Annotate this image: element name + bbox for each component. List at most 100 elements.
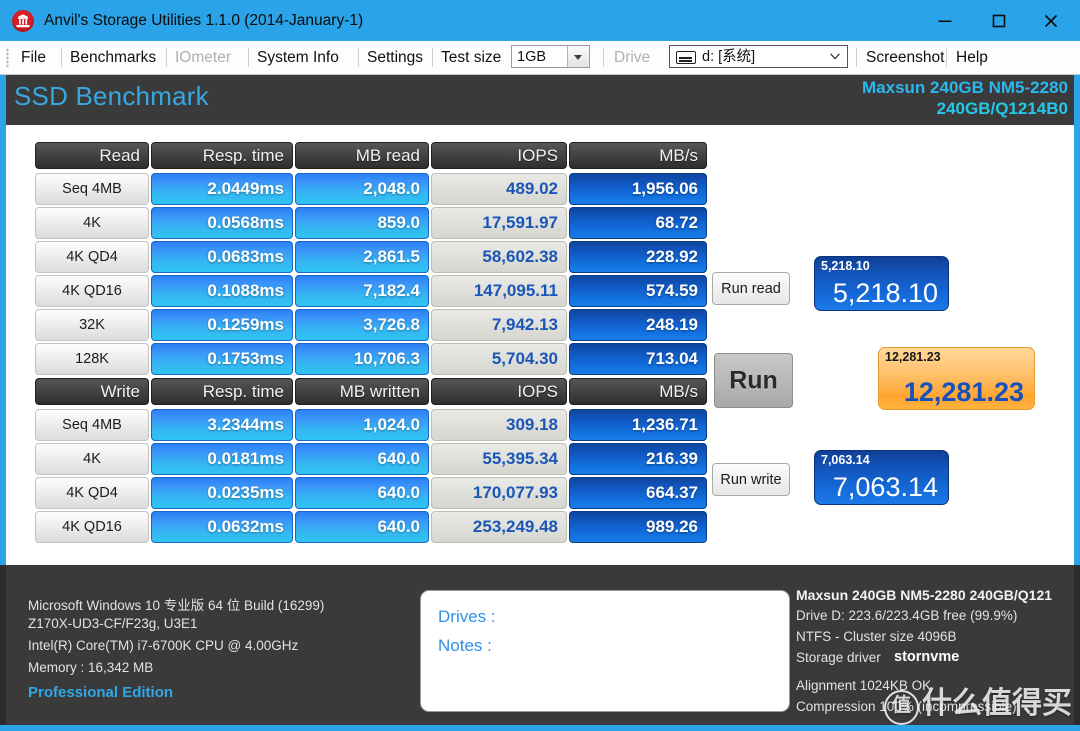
run-write-button[interactable]: Run write: [712, 463, 790, 496]
window-title: Anvil's Storage Utilities 1.1.0 (2014-Ja…: [44, 12, 364, 29]
column-header-label: Resp. time: [202, 381, 284, 401]
menu-separator-3: [248, 48, 249, 67]
write-results-table: Write Resp. time MB written IOPS MB/s Seq 4MB…: [35, 378, 707, 545]
result-cell: 7,182.4: [295, 275, 429, 307]
chevron-down-icon[interactable]: [830, 53, 840, 60]
column-header-label: MB read: [355, 145, 420, 165]
result-value: 170,077.93: [472, 483, 558, 502]
menu-item-help[interactable]: Help: [956, 46, 988, 69]
result-value: 68.72: [655, 213, 698, 232]
anvil-storage-utilities-window: Anvil's Storage Utilities 1.1.0 (2014-Ja…: [0, 0, 1080, 731]
column-header: Resp. time: [151, 142, 293, 169]
result-value: 2,861.5: [363, 247, 420, 266]
read-results-table: Read Resp. time MB read IOPS MB/s Seq 4MB 2.04…: [35, 142, 707, 377]
read-score-small: 5,218.10: [821, 259, 870, 273]
menu-separator-7: [856, 48, 857, 67]
column-header: MB/s: [569, 378, 707, 405]
drive-icon: [676, 51, 696, 64]
test-size-select[interactable]: 1GB: [511, 45, 590, 68]
menu-separator-2: [166, 48, 167, 67]
test-size-label: Test size: [441, 49, 502, 66]
result-cell: 55,395.34: [431, 443, 567, 475]
storage-driver-label: Storage driver: [796, 650, 881, 665]
result-cell: 253,249.48: [431, 511, 567, 543]
maximize-button[interactable]: [976, 0, 1022, 41]
drive-alignment: Alignment 1024KB OK: [796, 678, 932, 693]
result-value: 0.0181ms: [207, 449, 284, 468]
drive-model: Maxsun 240GB NM5-2280 240GB/Q121: [796, 587, 1053, 603]
column-header-label: Read: [99, 145, 140, 165]
result-value: 248.19: [646, 315, 698, 334]
run-read-button[interactable]: Run read: [712, 272, 790, 305]
drive-capacity: Drive D: 223.6/223.4GB free (99.9%): [796, 608, 1018, 623]
menu-item-system-info[interactable]: System Info: [257, 46, 339, 69]
result-cell: 0.1259ms: [151, 309, 293, 341]
result-cell: 640.0: [295, 443, 429, 475]
run-button[interactable]: Run: [714, 353, 793, 408]
row-label-cell: 4K QD16: [35, 511, 149, 543]
column-header: IOPS: [431, 378, 567, 405]
chevron-down-icon[interactable]: [567, 46, 589, 67]
menu-separator-4: [358, 48, 359, 67]
section-header-band: SSD Benchmark Maxsun 240GB NM5-2280 240G…: [0, 75, 1080, 125]
column-header: Resp. time: [151, 378, 293, 405]
result-cell: 0.0568ms: [151, 207, 293, 239]
system-cpu: Intel(R) Core(TM) i7-6700K CPU @ 4.00GHz: [28, 638, 299, 653]
result-cell: 3,726.8: [295, 309, 429, 341]
result-cell: 58,602.38: [431, 241, 567, 273]
menu-separator-5: [432, 48, 433, 67]
read-score-box: 5,218.10 5,218.10: [814, 256, 949, 311]
drives-label: Drives :: [438, 607, 496, 626]
menu-item-file[interactable]: File: [21, 46, 46, 69]
benchmark-results-area: Read Resp. time MB read IOPS MB/s Seq 4MB 2.04…: [6, 125, 1074, 565]
result-value: 0.0683ms: [207, 247, 284, 266]
result-value: 216.39: [646, 449, 698, 468]
result-cell: 170,077.93: [431, 477, 567, 509]
result-cell: 68.72: [569, 207, 707, 239]
result-cell: 0.0632ms: [151, 511, 293, 543]
menu-separator-1: [61, 48, 62, 67]
device-name-line1: Maxsun 240GB NM5-2280: [862, 78, 1068, 97]
title-bar: Anvil's Storage Utilities 1.1.0 (2014-Ja…: [0, 0, 1080, 41]
result-cell: 1,956.06: [569, 173, 707, 205]
result-value: 1,024.0: [363, 415, 420, 434]
menu-item-screenshot[interactable]: Screenshot: [866, 46, 944, 69]
run-read-label: Run read: [721, 280, 781, 297]
result-cell: 989.26: [569, 511, 707, 543]
notes-input[interactable]: Drives : Notes :: [420, 590, 790, 712]
column-header: Read: [35, 142, 149, 169]
result-cell: 2,048.0: [295, 173, 429, 205]
result-cell: 3.2344ms: [151, 409, 293, 441]
row-label-cell: 4K QD4: [35, 241, 149, 273]
column-header: MB/s: [569, 142, 707, 169]
result-value: 2,048.0: [363, 179, 420, 198]
anvil-icon: [12, 10, 34, 32]
result-cell: 147,095.11: [431, 275, 567, 307]
menu-item-benchmarks[interactable]: Benchmarks: [70, 46, 156, 69]
result-cell: 489.02: [431, 173, 567, 205]
result-value: 0.1088ms: [207, 281, 284, 300]
result-cell: 248.19: [569, 309, 707, 341]
result-value: 5,704.30: [491, 349, 558, 368]
result-value: 17,591.97: [482, 213, 558, 232]
result-cell: 0.0181ms: [151, 443, 293, 475]
minimize-button[interactable]: [922, 0, 968, 41]
result-cell: 0.0683ms: [151, 241, 293, 273]
close-button[interactable]: [1028, 0, 1074, 41]
test-size-value: 1GB: [517, 49, 547, 65]
result-value: 0.0235ms: [207, 483, 284, 502]
result-value: 3.2344ms: [207, 415, 284, 434]
device-name-line2: 240GB/Q1214B0: [936, 99, 1068, 118]
drive-select[interactable]: d: [系统]: [669, 45, 848, 68]
result-cell: 2.0449ms: [151, 173, 293, 205]
row-label-cell: 32K: [35, 309, 149, 341]
result-value: 640.0: [377, 517, 420, 536]
menu-item-settings[interactable]: Settings: [367, 46, 423, 69]
row-label-cell: 4K QD16: [35, 275, 149, 307]
result-value: 147,095.11: [473, 281, 558, 300]
result-cell: 5,704.30: [431, 343, 567, 375]
result-cell: 0.1753ms: [151, 343, 293, 375]
page-title: SSD Benchmark: [14, 81, 209, 111]
drive-compression: Compression 100% (incompressible): [796, 699, 1017, 714]
row-label-cell: 4K: [35, 443, 149, 475]
